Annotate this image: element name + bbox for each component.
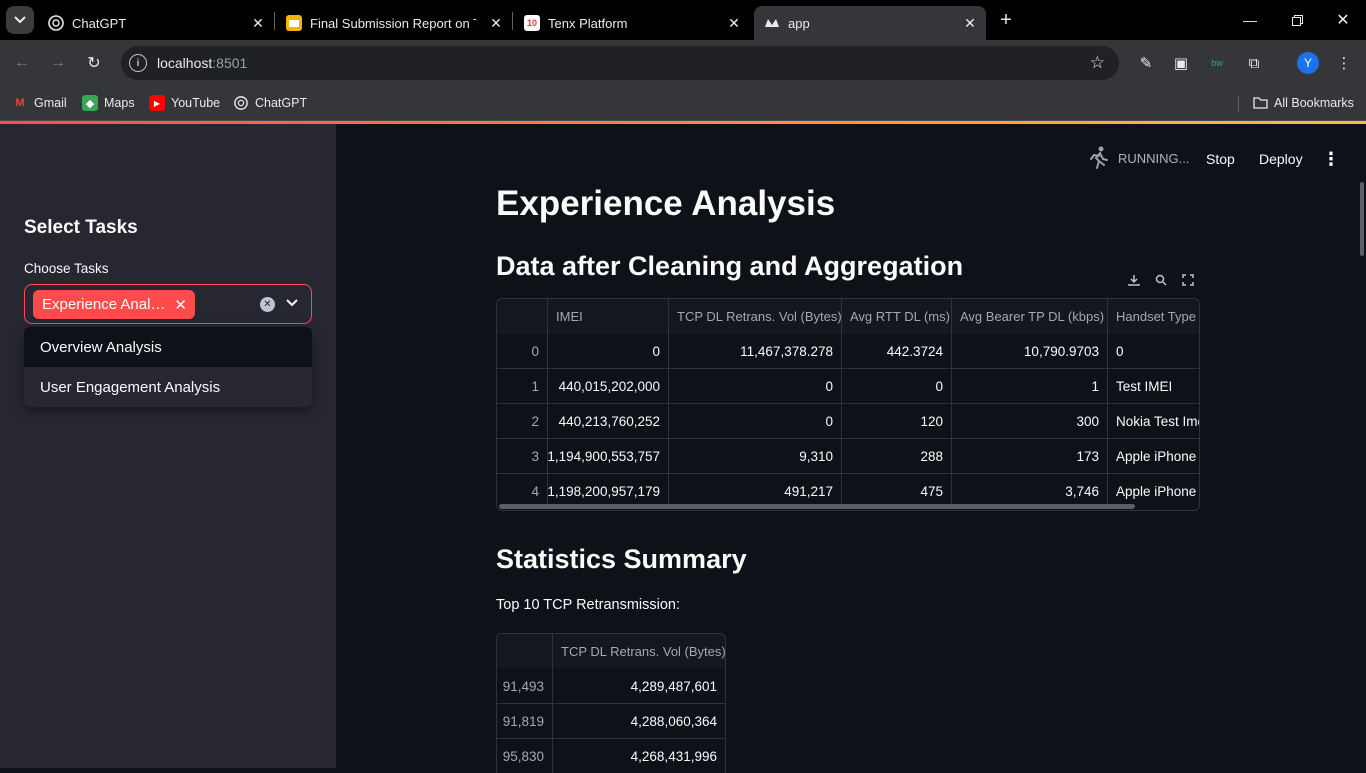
table-row: 2 440,213,760,252 0 120 300 Nokia Test I…	[497, 404, 1199, 439]
address-bar[interactable]: i localhost:8501 ☆	[121, 46, 1119, 80]
column-header	[497, 634, 553, 669]
table-row: 0 0 11,467,378.278 442.3724 10,790.9703 …	[497, 334, 1199, 369]
table-toolbar	[1126, 272, 1196, 288]
running-man-icon	[1090, 146, 1108, 169]
browser-toolbar: ← → ↻ i localhost:8501 ☆ ✎ ▣ bw ⧉ Y ⋮	[0, 40, 1366, 86]
section-heading-cleaning: Data after Cleaning and Aggregation	[496, 251, 964, 281]
youtube-icon: ▶	[149, 95, 165, 111]
url-text: localhost:8501	[157, 55, 248, 71]
vertical-scrollbar[interactable]	[1360, 182, 1364, 256]
column-header[interactable]: TCP DL Retrans. Vol (Bytes)	[553, 634, 725, 669]
stop-button[interactable]: Stop	[1206, 148, 1235, 170]
slides-icon	[286, 15, 302, 31]
section-heading-statistics: Statistics Summary	[496, 544, 747, 574]
remove-chip-icon[interactable]: ✕	[174, 296, 187, 314]
tab-app[interactable]: app ✕	[754, 6, 986, 40]
tenx-icon: 10	[524, 15, 540, 31]
tab-chatgpt[interactable]: ChatGPT ✕	[38, 6, 274, 40]
bookmark-youtube[interactable]: ▶ YouTube	[149, 92, 220, 114]
bookmark-gmail[interactable]: M Gmail	[12, 92, 66, 114]
browser-chrome: ChatGPT ✕ Final Submission Report on Tel…	[0, 0, 1366, 121]
bookmark-separator	[1238, 96, 1239, 112]
maps-icon: ◆	[82, 95, 98, 111]
option-user-engagement-analysis[interactable]: User Engagement Analysis	[24, 367, 312, 407]
pen-extension-icon[interactable]: ✎	[1136, 53, 1156, 73]
column-header[interactable]: Handset Type	[1108, 299, 1199, 334]
multiselect-label: Choose Tasks	[24, 261, 109, 276]
new-tab-button[interactable]: +	[994, 8, 1018, 32]
tab-title: ChatGPT	[72, 15, 127, 31]
running-status: RUNNING...	[1088, 146, 1190, 170]
chatgpt-icon	[233, 95, 249, 111]
extension-bw-icon[interactable]: bw	[1207, 53, 1227, 73]
folder-icon	[1252, 95, 1268, 111]
streamlit-app: Select Tasks Choose Tasks Experience Ana…	[0, 121, 1366, 773]
minimize-icon[interactable]: —	[1238, 8, 1262, 32]
chevron-down-icon[interactable]	[283, 294, 301, 312]
option-overview-analysis[interactable]: Overview Analysis	[24, 327, 312, 367]
column-header[interactable]: Avg RTT DL (ms)	[842, 299, 952, 334]
bookmark-maps[interactable]: ◆ Maps	[82, 92, 135, 114]
table-row: 3 1,194,900,553,757 9,310 288 173 Apple …	[497, 439, 1199, 474]
close-icon[interactable]: ✕	[962, 15, 978, 31]
tab-tenx[interactable]: 10 Tenx Platform ✕	[514, 6, 750, 40]
tab-grid-icon[interactable]: ▣	[1171, 53, 1191, 73]
tab-title: app	[788, 15, 810, 31]
column-header[interactable]: Avg Bearer TP DL (kbps)	[952, 299, 1108, 334]
chatgpt-icon	[48, 15, 64, 31]
bookmarks-bar: M Gmail ◆ Maps ▶ YouTube ChatGPT All Bookma…	[0, 86, 1366, 121]
selected-task-chip[interactable]: Experience Analysis ✕	[33, 290, 195, 319]
site-info-icon[interactable]: i	[129, 54, 147, 72]
profile-avatar[interactable]: Y	[1297, 52, 1319, 74]
tab-title: Final Submission Report on Telli	[310, 15, 476, 31]
bookmark-chatgpt[interactable]: ChatGPT	[233, 92, 307, 114]
close-icon[interactable]: ✕	[250, 15, 266, 31]
main-menu-icon[interactable]: ⋮	[1322, 148, 1340, 170]
extensions-puzzle-icon[interactable]: ⧉	[1244, 53, 1264, 73]
table-row: 91,493 4,289,487,601	[497, 669, 725, 704]
tab-separator	[274, 12, 275, 30]
tab-strip: ChatGPT ✕ Final Submission Report on Tel…	[0, 0, 1366, 40]
horizontal-scrollbar[interactable]	[499, 504, 1135, 509]
table-header-row: TCP DL Retrans. Vol (Bytes)	[497, 634, 725, 669]
menu-kebab-icon[interactable]: ⋮	[1334, 53, 1354, 73]
data-table-top10-retransmission[interactable]: TCP DL Retrans. Vol (Bytes) 91,493 4,289…	[496, 633, 726, 773]
back-icon[interactable]: ←	[10, 51, 34, 75]
top10-caption: Top 10 TCP Retransmission:	[496, 597, 681, 613]
close-window-icon[interactable]: ✕	[1331, 8, 1355, 32]
close-icon[interactable]: ✕	[726, 15, 742, 31]
search-icon[interactable]	[1153, 272, 1169, 288]
chevron-down-icon	[14, 16, 26, 24]
clear-all-icon[interactable]: ✕	[260, 297, 275, 312]
page-title: Experience Analysis	[496, 184, 836, 223]
download-icon[interactable]	[1126, 272, 1142, 288]
bookmark-star-icon[interactable]: ☆	[1090, 53, 1105, 73]
task-dropdown: Overview Analysis User Engagement Analys…	[24, 327, 312, 407]
fullscreen-icon[interactable]	[1180, 272, 1196, 288]
reload-icon[interactable]: ↻	[82, 51, 106, 75]
tab-title: Tenx Platform	[548, 15, 628, 31]
column-header[interactable]: IMEI	[548, 299, 669, 334]
forward-icon[interactable]: →	[46, 51, 70, 75]
sidebar-title: Select Tasks	[24, 217, 138, 238]
column-header	[497, 299, 548, 334]
table-row: 91,819 4,288,060,364	[497, 704, 725, 739]
task-multiselect[interactable]: Experience Analysis ✕ ✕	[24, 284, 312, 324]
all-bookmarks[interactable]: All Bookmarks	[1252, 92, 1354, 114]
table-row: 1 440,015,202,000 0 0 1 Test IMEI	[497, 369, 1199, 404]
streamlit-icon	[764, 15, 780, 31]
tab-final-submission[interactable]: Final Submission Report on Telli ✕	[276, 6, 512, 40]
deploy-button[interactable]: Deploy	[1259, 148, 1303, 170]
sidebar: Select Tasks Choose Tasks Experience Ana…	[0, 124, 336, 768]
close-icon[interactable]: ✕	[488, 15, 504, 31]
main-content: RUNNING... Stop Deploy ⋮ Experience Anal…	[336, 124, 1366, 773]
column-header[interactable]: TCP DL Retrans. Vol (Bytes)	[669, 299, 842, 334]
tab-search-button[interactable]	[6, 6, 34, 34]
data-table-cleaned[interactable]: IMEI TCP DL Retrans. Vol (Bytes) Avg RTT…	[496, 298, 1200, 511]
gmail-icon: M	[15, 97, 25, 109]
restore-icon[interactable]	[1285, 8, 1309, 32]
tab-separator	[512, 12, 513, 30]
table-header-row: IMEI TCP DL Retrans. Vol (Bytes) Avg RTT…	[497, 299, 1199, 334]
